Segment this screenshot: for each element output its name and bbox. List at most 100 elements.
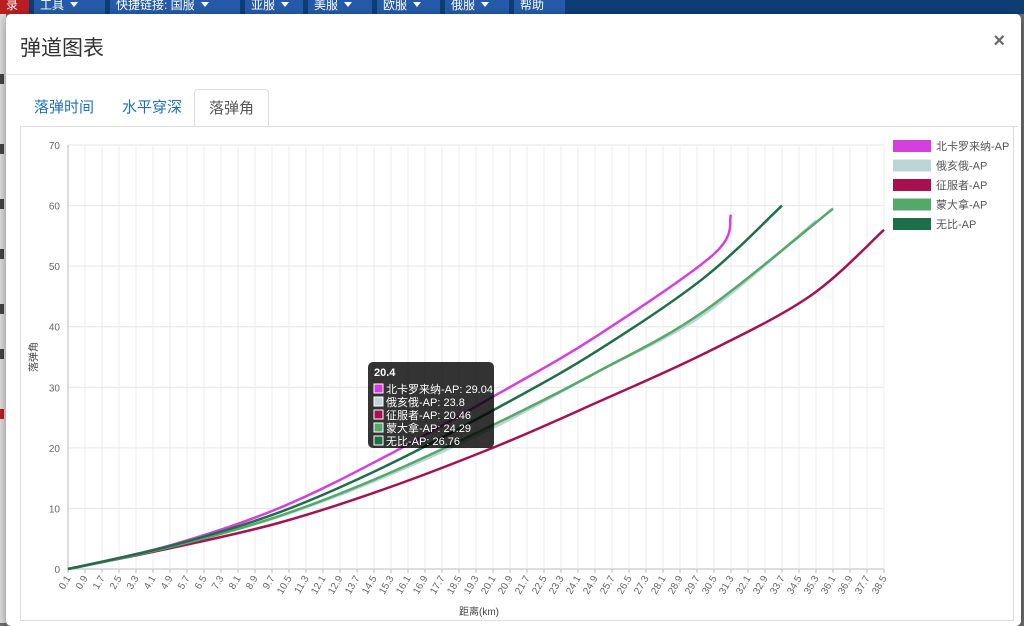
x-tick-label: 24.1 (564, 574, 583, 597)
x-tick-label: 6.5 (193, 574, 210, 592)
tab-horizontal-penetration[interactable]: 水平穿深 (108, 89, 196, 127)
x-tick-label: 5.7 (176, 574, 193, 592)
tab-flight-time[interactable]: 落弹时间 (20, 89, 108, 127)
nav-item-6[interactable]: 俄服 (445, 0, 510, 14)
legend-label: 征服者-AP (936, 179, 987, 192)
legend-swatch (893, 198, 931, 211)
legend-swatch (893, 140, 931, 152)
x-tick-label: 37.7 (853, 574, 872, 597)
tooltip-line: 无比-AP: 26.76 (386, 435, 460, 448)
y-axis-ticks: 0 10 20 30 40 50 60 70 (49, 141, 61, 576)
tooltip-line: 征服者-AP: 20.46 (386, 409, 471, 422)
legend-label: 北卡罗来纳-AP (936, 140, 1009, 153)
x-tick-label: 21.7 (513, 574, 532, 597)
nav-item-0[interactable]: 录 (0, 0, 30, 14)
x-tick-label: 18.5 (445, 574, 464, 597)
legend-label: 俄亥俄-AP (936, 159, 987, 173)
y-tick-label: 50 (49, 262, 61, 273)
x-tick-label: 31.3 (717, 574, 736, 597)
nav-item-label: 帮助 (520, 0, 545, 12)
nav-item-2[interactable]: 快捷链接: 国服 (110, 0, 241, 14)
x-tick-label: 12.9 (326, 574, 345, 597)
legend-label: 无比-AP (936, 218, 976, 231)
x-tick-label: 3.3 (125, 574, 142, 592)
x-tick-label: 25.7 (598, 574, 617, 597)
caret-down-icon (481, 2, 490, 7)
nav-item-label: 快捷链接: 国服 (116, 0, 195, 12)
x-axis-ticks: 0.1 0.9 1.7 2.5 3.3 4.1 4.9 5.7 6.5 7.3 8.1 8.9 9.71… (57, 574, 890, 597)
x-tick-label: 8.9 (244, 574, 261, 592)
nav-item-7[interactable]: 帮助 (514, 0, 566, 14)
x-tick-label: 7.3 (210, 574, 227, 592)
legend-swatch (893, 218, 931, 230)
x-tick-label: 28.9 (666, 574, 685, 597)
legend-swatch (893, 159, 931, 172)
nav-item-4[interactable]: 美服 (308, 0, 373, 14)
chart-panel: 0 10 20 30 40 50 60 70 0.1 0.9 1.7 2.5 3.3 4.1 4.9 5.7… (20, 126, 1014, 621)
modal-title: 弹道图表 (20, 37, 104, 60)
header-divider (6, 74, 1021, 75)
y-tick-label: 30 (49, 383, 61, 394)
tooltip-title: 20.4 (374, 367, 396, 379)
nav-item-label: 亚服 (251, 0, 276, 12)
tooltip-line: 北卡罗来纳-AP: 29.04 (386, 383, 493, 396)
x-tick-label: 28.1 (649, 574, 668, 597)
y-tick-label: 40 (49, 323, 61, 334)
top-navigation-bar: 录 工具 快捷链接: 国服 亚服 美服 欧服 俄服 帮助 (0, 0, 1024, 14)
caret-down-icon (344, 2, 353, 7)
x-tick-label: 4.9 (159, 574, 176, 592)
x-tick-label: 29.7 (683, 574, 702, 597)
tooltip-swatch (373, 396, 384, 407)
caret-down-icon (413, 2, 422, 7)
nav-item-label: 欧服 (383, 0, 408, 12)
close-button[interactable]: × (993, 30, 1005, 53)
x-tick-label: 20.1 (479, 574, 498, 597)
x-tick-label: 0.1 (57, 574, 74, 592)
legend-label: 蒙大拿-AP (936, 198, 987, 212)
x-tick-label: 32.1 (734, 574, 753, 597)
x-tick-label: 26.5 (615, 574, 634, 597)
y-tick-label: 10 (49, 504, 61, 515)
x-tick-label: 14.5 (360, 574, 379, 597)
y-tick-label: 70 (49, 141, 61, 152)
x-tick-label: 10.5 (275, 574, 294, 597)
x-tick-label: 30.5 (700, 574, 719, 597)
tooltip-swatch (373, 422, 384, 433)
x-tick-label: 13.7 (343, 574, 362, 597)
x-tick-label: 1.7 (91, 574, 108, 592)
nav-item-label: 工具 (40, 0, 65, 12)
x-axis-label: 距离(km) (459, 605, 499, 618)
x-tick-label: 20.9 (496, 574, 515, 597)
nav-item-label: 录 (6, 0, 19, 12)
x-tick-label: 12.1 (309, 574, 328, 597)
x-tick-label: 9.7 (261, 574, 278, 592)
x-tick-label: 27.3 (632, 574, 651, 597)
nav-item-3[interactable]: 亚服 (245, 0, 304, 14)
x-tick-label: 17.7 (428, 574, 447, 597)
chart-tooltip: 20.4 北卡罗来纳-AP: 29.04俄亥俄-AP: 23.8征服者-AP: 2… (368, 362, 494, 448)
nav-item-label: 美服 (314, 0, 339, 12)
nav-item-1[interactable]: 工具 (34, 0, 106, 14)
tooltip-swatch (373, 409, 384, 420)
impact-angle-chart: 0 10 20 30 40 50 60 70 0.1 0.9 1.7 2.5 3.3 4.1 4.9 5.7… (27, 140, 1009, 618)
x-tick-label: 38.5 (870, 574, 889, 597)
x-tick-label: 32.9 (751, 574, 770, 597)
x-tick-label: 22.5 (530, 574, 549, 597)
x-tick-label: 2.5 (108, 574, 125, 592)
tab-impact-angle[interactable]: 落弹角 (194, 89, 270, 127)
x-tick-label: 23.3 (547, 574, 566, 597)
caret-down-icon (200, 2, 209, 7)
y-tick-label: 60 (49, 202, 61, 213)
nav-item-label: 俄服 (451, 0, 476, 12)
y-tick-label: 0 (54, 565, 60, 576)
chart-modal: 弹道图表 × 落弹时间 水平穿深 落弹角 0 10 20 30 40 50 60 70 0.1… (6, 14, 1021, 626)
x-tick-label: 15.3 (377, 574, 396, 597)
nav-item-5[interactable]: 欧服 (377, 0, 441, 14)
x-tick-label: 16.1 (394, 574, 413, 597)
y-axis-label: 落弹角 (27, 342, 40, 372)
x-tick-label: 34.5 (785, 574, 804, 597)
chart-grid (67, 144, 885, 573)
x-tick-label: 16.9 (411, 574, 430, 597)
chart-legend: 北卡罗来纳-AP 俄亥俄-AP 征服者-AP 蒙大拿-AP 无比-AP (893, 140, 1009, 231)
x-tick-label: 8.1 (227, 574, 244, 592)
